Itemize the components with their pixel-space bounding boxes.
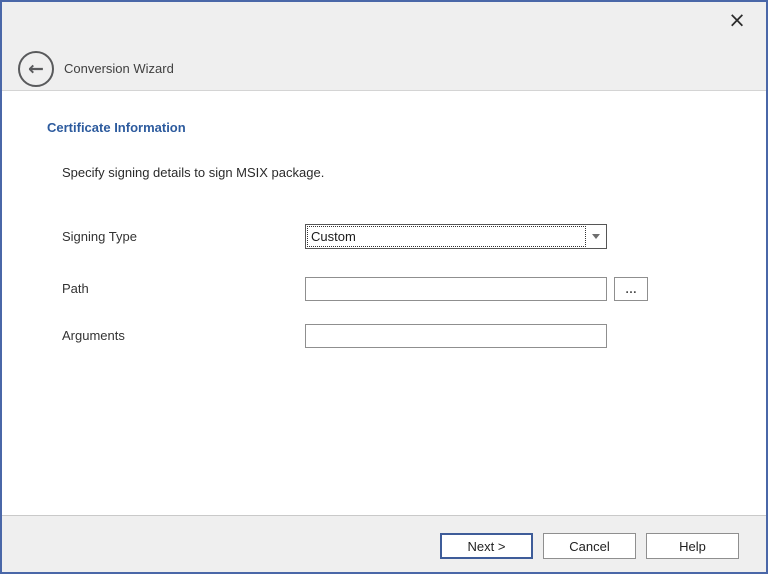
signing-type-value: Custom — [311, 225, 356, 248]
chevron-down-icon — [592, 234, 600, 239]
path-label: Path — [62, 277, 89, 301]
ellipsis-icon: … — [625, 282, 637, 296]
back-arrow-icon: ← — [28, 58, 44, 80]
back-button[interactable]: ← — [18, 51, 54, 87]
wizard-header: × ← Conversion Wizard — [2, 2, 766, 91]
browse-button[interactable]: … — [614, 277, 648, 301]
page-title: Certificate Information — [47, 120, 186, 135]
help-button[interactable]: Help — [646, 533, 739, 559]
arguments-label: Arguments — [62, 324, 125, 348]
close-button[interactable]: × — [720, 4, 754, 36]
page-description: Specify signing details to sign MSIX pac… — [62, 165, 324, 180]
wizard-title: Conversion Wizard — [64, 51, 174, 87]
close-icon: × — [728, 8, 746, 32]
footer-button-bar: Next > Cancel Help — [2, 515, 766, 572]
path-input[interactable] — [305, 277, 607, 301]
arguments-input[interactable] — [305, 324, 607, 348]
signing-type-label: Signing Type — [62, 224, 137, 249]
next-button[interactable]: Next > — [440, 533, 533, 559]
signing-type-combobox[interactable]: Custom — [305, 224, 607, 249]
conversion-wizard-dialog: × ← Conversion Wizard Certificate Inform… — [0, 0, 768, 574]
cancel-button[interactable]: Cancel — [543, 533, 636, 559]
